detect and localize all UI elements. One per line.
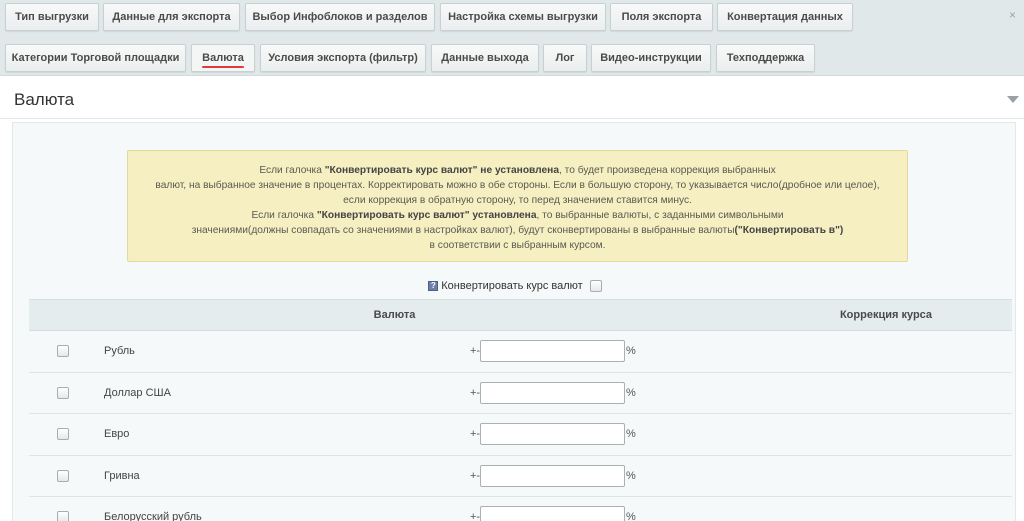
percent-label: % <box>626 428 636 440</box>
currency-table: Валюта Коррекция курса Рубль +- % Доллар… <box>29 299 1012 521</box>
correction-input[interactable] <box>480 423 625 445</box>
tab-output-data[interactable]: Данные выхода <box>431 44 539 72</box>
tab-support[interactable]: Техподдержка <box>716 44 815 72</box>
correction-input[interactable] <box>480 464 625 487</box>
secondary-tab-bar: Категории Торговой площадки Валюта Услов… <box>0 41 1024 75</box>
tab-label: Конвертация данных <box>727 11 843 23</box>
notice-line: если коррекция в обратную сторону, то пе… <box>343 195 692 206</box>
tab-label: Поля экспорта <box>621 11 702 23</box>
notice-line: в соответствии с выбранным курсом. <box>429 240 606 251</box>
tab-data-conversion[interactable]: Конвертация данных <box>717 3 853 31</box>
currency-name: Доллар США <box>104 386 171 399</box>
row-checkbox[interactable] <box>57 345 69 357</box>
active-tab-indicator <box>202 66 244 68</box>
table-row: Белорусский рубль +- % <box>29 497 1012 521</box>
info-notice: Если галочка "Конвертировать курс валют"… <box>127 150 908 262</box>
tab-scheme-settings[interactable]: Настройка схемы выгрузки <box>440 3 606 31</box>
correction-input[interactable] <box>480 381 625 404</box>
tab-label: Выбор Инфоблоков и разделов <box>252 11 428 23</box>
row-checkbox[interactable] <box>57 469 69 482</box>
convert-rate-checkbox[interactable] <box>589 280 602 292</box>
correction-input[interactable] <box>480 340 625 362</box>
header-currency: Валюта <box>373 309 416 321</box>
tab-label: Лог <box>555 52 575 64</box>
table-row: Рубль +- % <box>29 331 1012 373</box>
table-row: Евро +- % <box>29 414 1012 456</box>
table-row: Гривна +- % <box>29 455 1012 497</box>
tab-video[interactable]: Видео-инструкции <box>591 44 711 72</box>
percent-label: % <box>626 469 636 482</box>
row-checkbox[interactable] <box>57 386 69 399</box>
tab-label: Данные для экспорта <box>112 11 231 23</box>
tab-export-data[interactable]: Данные для экспорта <box>103 3 240 31</box>
tab-label: Категории Торговой площадки <box>11 52 180 64</box>
title-divider <box>0 118 1024 119</box>
tab-label: Условия экспорта (фильтр) <box>268 52 418 64</box>
panel-content: Если галочка "Конвертировать курс валют"… <box>12 122 1016 521</box>
tab-label: Настройка схемы выгрузки <box>448 11 598 23</box>
notice-line: валют, на выбранное значение в процентах… <box>155 180 880 191</box>
percent-label: % <box>626 386 636 399</box>
plusminus-label: +- <box>470 428 481 440</box>
panel-title: Валюта <box>14 90 75 109</box>
tab-currency[interactable]: Валюта <box>191 44 255 72</box>
table-header: Валюта Коррекция курса <box>29 299 1012 331</box>
correction-input[interactable] <box>480 506 625 521</box>
currency-name: Евро <box>104 428 130 440</box>
tab-label: Видео-инструкции <box>600 52 702 64</box>
percent-label: % <box>626 511 636 521</box>
tab-label: Техподдержка <box>726 52 805 64</box>
plusminus-label: +- <box>470 469 481 482</box>
tab-iblock-select[interactable]: Выбор Инфоблоков и разделов <box>245 3 435 31</box>
pin-icon[interactable]: × <box>1009 8 1016 22</box>
plusminus-label: +- <box>470 386 481 399</box>
currency-name: Гривна <box>104 469 140 482</box>
currency-name: Белорусский рубль <box>104 511 202 521</box>
collapse-arrow-icon[interactable] <box>1007 96 1019 103</box>
plusminus-label: +- <box>470 345 481 357</box>
tab-export-filter[interactable]: Условия экспорта (фильтр) <box>260 44 426 72</box>
header-correction: Коррекция курса <box>839 309 933 321</box>
tab-export-type[interactable]: Тип выгрузки <box>5 3 99 31</box>
notice-line: значениями(должны совпадать со значениям… <box>191 225 844 236</box>
tab-log[interactable]: Лог <box>543 44 587 72</box>
top-tab-bar: Тип выгрузки Данные для экспорта Выбор И… <box>0 0 1024 34</box>
row-checkbox[interactable] <box>57 428 69 440</box>
tab-marketplace-categories[interactable]: Категории Торговой площадки <box>5 44 186 72</box>
convert-rate-label: Конвертировать курс валют <box>441 280 583 292</box>
help-icon[interactable]: ? <box>428 281 439 291</box>
convert-rate-row: ? Конвертировать курс валют <box>13 278 1017 294</box>
plusminus-label: +- <box>470 511 481 521</box>
notice-line: Если галочка "Конвертировать курс валют"… <box>259 165 776 176</box>
currency-panel: Валюта Если галочка "Конвертировать курс… <box>0 75 1024 521</box>
row-checkbox[interactable] <box>57 511 69 521</box>
tab-label: Тип выгрузки <box>15 11 89 23</box>
tab-label: Данные выхода <box>441 52 529 64</box>
table-row: Доллар США +- % <box>29 372 1012 414</box>
tab-export-fields[interactable]: Поля экспорта <box>610 3 713 31</box>
tab-label: Валюта <box>202 52 244 64</box>
percent-label: % <box>626 345 636 357</box>
currency-name: Рубль <box>104 345 135 357</box>
notice-line: Если галочка "Конвертировать курс валют"… <box>251 210 784 221</box>
